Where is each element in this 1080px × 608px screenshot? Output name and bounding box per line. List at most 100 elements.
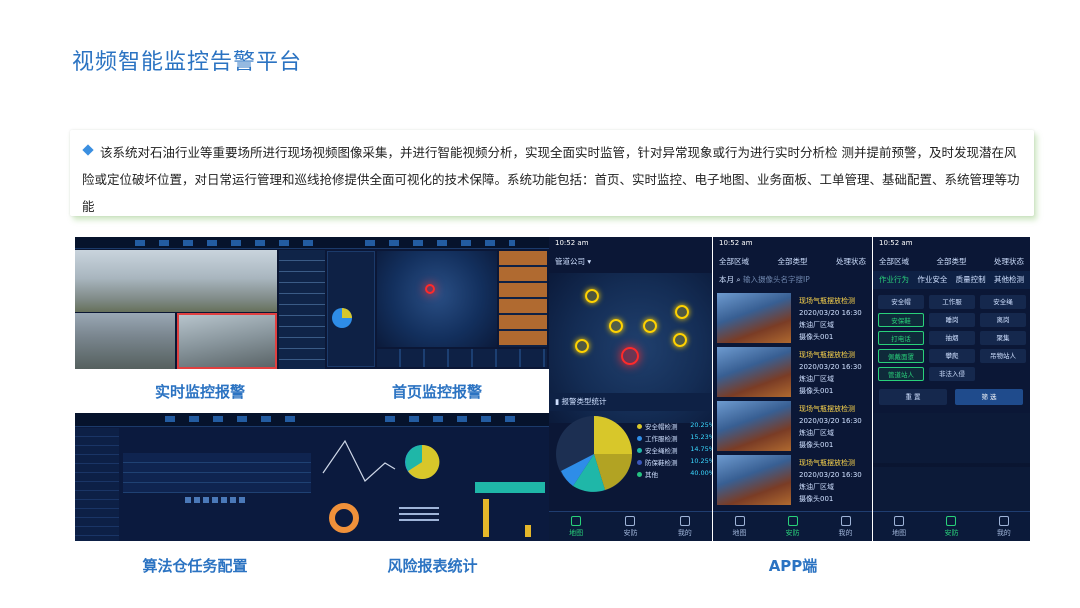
- alarm-list-item[interactable]: 现场气瓶摆放检测 2020/03/20 16:30 炼油厂区域 摄像头001: [715, 345, 870, 397]
- alarm-type-pie: [556, 416, 632, 492]
- status-bar: 10:52 am: [879, 239, 913, 247]
- company-selector[interactable]: 管道公司 ▾: [549, 253, 712, 271]
- shield-icon: [625, 515, 636, 526]
- pie-chart-icon: [405, 444, 440, 479]
- legend-row-0: 安全帽检测20.25%: [637, 421, 712, 431]
- tab-profile[interactable]: 我的: [826, 515, 866, 538]
- map-node[interactable]: [673, 333, 687, 347]
- alarm-list-item[interactable]: 现场气瓶摆放检测 2020/03/20 16:30 炼油厂区域 摄像头001: [715, 291, 870, 343]
- stats-title: ▮ 报警类型统计: [549, 393, 712, 411]
- filter-bar: 全部区域 全部类型 处理状态: [713, 253, 872, 271]
- filter-chip[interactable]: 攀爬: [929, 349, 975, 363]
- filter-chip[interactable]: 管道站人: [878, 367, 924, 381]
- legend-row-3: 防保鞋检测10.25%: [637, 457, 712, 467]
- pagination: [185, 497, 245, 503]
- filter-chip[interactable]: 工作服: [929, 295, 975, 309]
- camera-view-3: [177, 313, 277, 369]
- bar-chart-right: [475, 439, 545, 493]
- page-title: 视频智能监控告警平台: [72, 50, 303, 75]
- filter-tab-3[interactable]: 其他检测: [994, 274, 1024, 286]
- filter-type[interactable]: 全部类型: [937, 256, 967, 268]
- filter-chip[interactable]: 睡岗: [929, 313, 975, 327]
- filter-tab-0[interactable]: 作业行为: [879, 274, 909, 286]
- tab-map[interactable]: 地图: [720, 515, 760, 538]
- map-node[interactable]: [575, 339, 589, 353]
- tab-profile[interactable]: 我的: [665, 515, 705, 538]
- filter-chip[interactable]: 佩戴面罩: [878, 349, 924, 363]
- legend-row-4: 其他40.00%: [637, 469, 712, 479]
- app-tabbar: 地图 安防 我的: [549, 511, 712, 541]
- user-icon: [679, 515, 690, 526]
- filter-tab-2[interactable]: 质量控制: [956, 274, 986, 286]
- bar-small: [525, 525, 531, 537]
- camera-view-2: [75, 313, 175, 369]
- map-node[interactable]: [585, 289, 599, 303]
- filter-bar: 全部区域 全部类型 处理状态: [873, 253, 1030, 271]
- filter-status[interactable]: 处理状态: [836, 256, 866, 268]
- shield-icon: [787, 515, 798, 526]
- toolbar: [315, 413, 550, 427]
- map-node[interactable]: [609, 319, 623, 333]
- alarm-thumbnail: [717, 401, 791, 451]
- search-bar: 本月 ⌕ 输入摄像头名字搜IP: [713, 271, 872, 289]
- toolbar: [75, 237, 325, 249]
- app-map-screen: 10:52 am 管道公司 ▾ ▮ 报警类型统计 安全帽检测20.25% 工作服…: [549, 237, 712, 541]
- camera-list-panel: [279, 250, 325, 369]
- tab-security[interactable]: 安防: [773, 515, 813, 538]
- caption-realtime: 实时监控报警: [154, 383, 245, 401]
- filter-chip[interactable]: 非法入侵: [929, 367, 975, 381]
- legend-dot: [637, 460, 642, 465]
- filter-status[interactable]: 处理状态: [994, 256, 1024, 268]
- filter-type[interactable]: 全部类型: [778, 256, 808, 268]
- time: 10:52 am: [555, 239, 589, 247]
- filter-chip[interactable]: 抽烟: [929, 331, 975, 345]
- shield-icon: [946, 515, 957, 526]
- legend-row-1: 工作服检测15.23%: [637, 433, 712, 443]
- month-select[interactable]: 本月: [719, 275, 734, 284]
- alarm-list-item[interactable]: 现场气瓶摆放检测 2020/03/20 16:30 炼油厂区域 摄像头001: [715, 399, 870, 451]
- description-text: 该系统对石油行业等重要场所进行现场视频图像采集，并进行智能视频分析，实现全面实时…: [82, 145, 1020, 214]
- app-filter-screen: 10:52 am 全部区域 全部类型 处理状态 作业行为 作业安全 质量控制 其…: [873, 237, 1030, 541]
- status-bar: 10:52 am: [719, 239, 753, 247]
- user-icon: [840, 515, 851, 526]
- toolbar: [325, 237, 549, 249]
- tab-profile[interactable]: 我的: [984, 515, 1024, 538]
- alarm-node[interactable]: [621, 347, 639, 365]
- alarm-thumbnail: [717, 347, 791, 397]
- caption-risk: 风险报表统计: [387, 557, 478, 575]
- line-chart-icon: [322, 439, 396, 482]
- map-icon: [571, 515, 582, 526]
- app-alarm-list-screen: 10:52 am 全部区域 全部类型 处理状态 本月 ⌕ 输入摄像头名字搜IP …: [713, 237, 872, 541]
- algo-config-screenshot: [75, 413, 315, 541]
- filter-button[interactable]: 筛 选: [955, 389, 1023, 405]
- filter-area[interactable]: 全部区域: [879, 256, 909, 268]
- tab-map[interactable]: 地图: [556, 515, 596, 538]
- search-input[interactable]: 输入摄像头名字搜IP: [743, 275, 810, 284]
- filter-chip[interactable]: 安全绳: [980, 295, 1026, 309]
- donut-chart-icon: [329, 503, 359, 533]
- realtime-monitor-screenshot: [75, 237, 325, 369]
- tab-security[interactable]: 安防: [931, 515, 971, 538]
- reset-button[interactable]: 重 置: [879, 389, 947, 405]
- tab-map[interactable]: 地图: [879, 515, 919, 538]
- map-node[interactable]: [643, 319, 657, 333]
- filter-area[interactable]: 全部区域: [719, 256, 749, 268]
- filter-tab-1[interactable]: 作业安全: [917, 274, 947, 286]
- alarm-thumbnail: [717, 293, 791, 343]
- user-icon: [998, 515, 1009, 526]
- app-tabbar: 地图 安防 我的: [873, 511, 1030, 541]
- filter-chip[interactable]: 安保鞋: [878, 313, 924, 327]
- legend-row-2: 安全绳检测14.75%: [637, 445, 712, 455]
- dimmed-list: [873, 413, 1030, 511]
- filter-chip[interactable]: 聚集: [980, 331, 1026, 345]
- alarm-thumbnail: [717, 455, 791, 505]
- alarm-list-item[interactable]: 现场气瓶摆放检测 2020/03/20 16:30 炼油厂区域 摄像头001: [715, 453, 870, 505]
- filter-chip[interactable]: 吊物站人: [980, 349, 1026, 363]
- slide: 视频智能监控告警平台 该系统对石油行业等重要场所进行现场视频图像采集，并进行智能…: [0, 0, 1080, 608]
- map-icon: [894, 515, 905, 526]
- tab-security[interactable]: 安防: [610, 515, 650, 538]
- map-node[interactable]: [675, 305, 689, 319]
- filter-chip[interactable]: 打电话: [878, 331, 924, 345]
- filter-chip[interactable]: 离岗: [980, 313, 1026, 327]
- filter-chip[interactable]: 安全帽: [878, 295, 924, 309]
